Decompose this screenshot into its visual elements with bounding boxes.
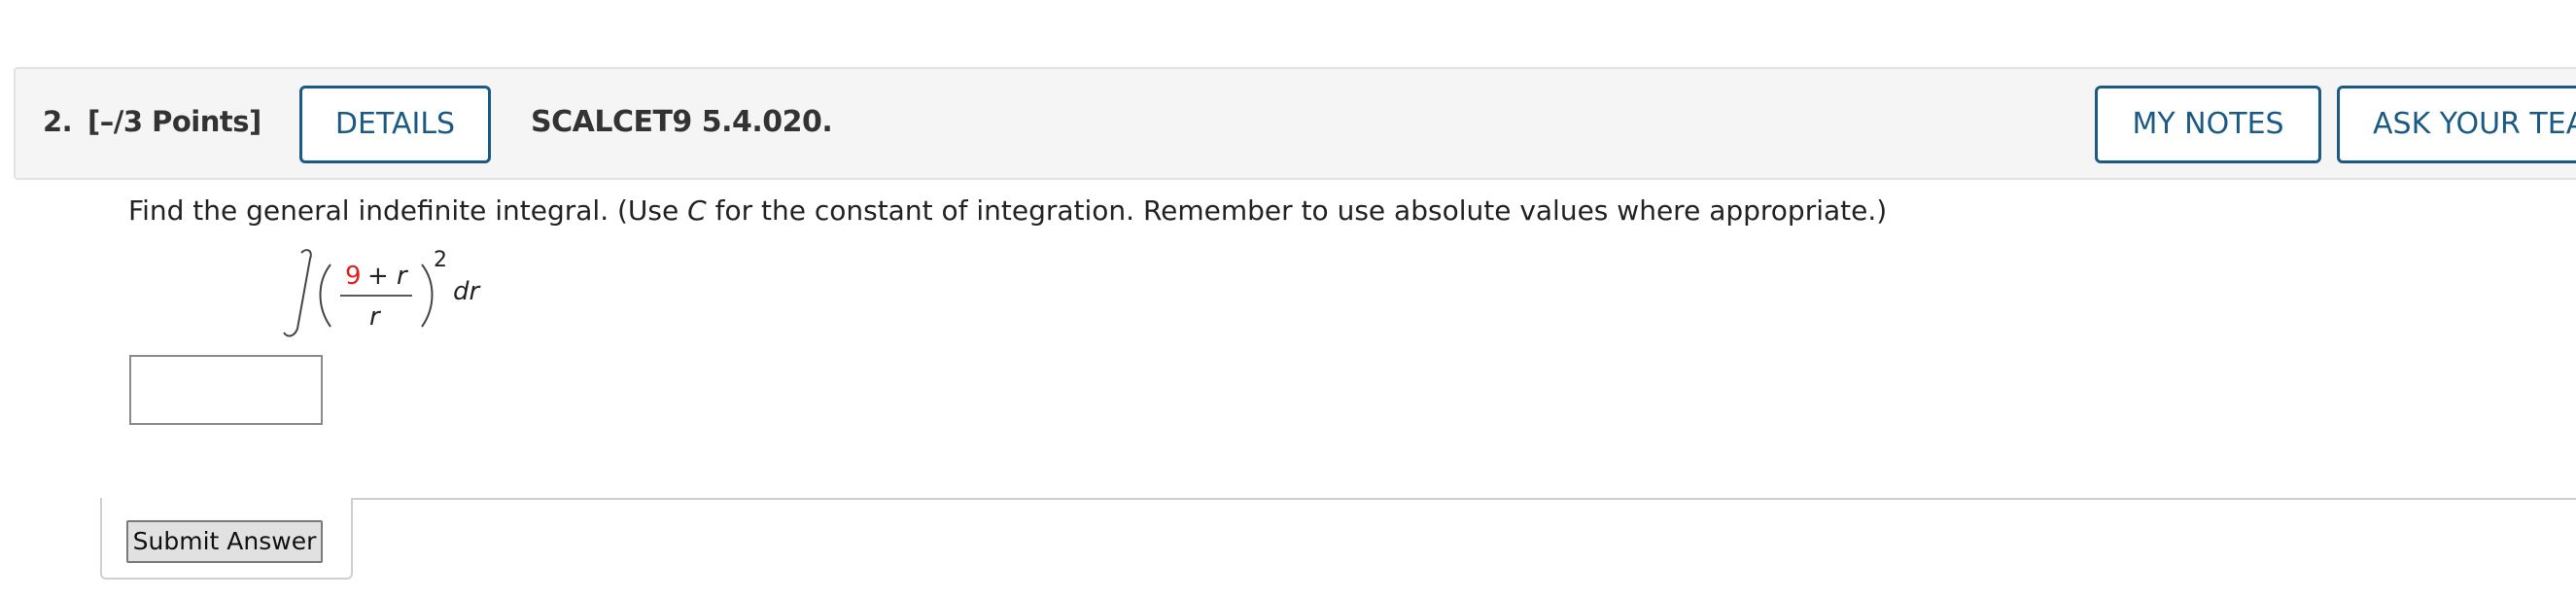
answer-input[interactable] [129, 355, 323, 425]
question-prompt: Find the general indefinite integral. (U… [128, 194, 1887, 227]
details-button[interactable]: DETAILS [299, 86, 491, 163]
prompt-text-start: Find the general indefinite integral. (U… [128, 194, 688, 227]
submit-answer-button[interactable]: Submit Answer [126, 520, 323, 563]
question-points: [–/3 Points] [87, 105, 261, 138]
denominator: r [369, 302, 382, 332]
integral-expression: 9 + r r 2 dr [282, 245, 515, 342]
right-paren-icon [421, 264, 434, 328]
my-notes-button[interactable]: MY NOTES [2095, 86, 2321, 163]
integral-sign-icon [283, 249, 312, 337]
numerator-constant: 9 [345, 262, 362, 291]
prompt-constant-variable: C [687, 194, 707, 227]
question-number: 2. [43, 105, 73, 138]
question-code: SCALCET9 5.4.020. [531, 105, 833, 139]
panel-divider [351, 498, 2576, 500]
integral-svg: 9 + r r 2 dr [283, 248, 482, 337]
differential: dr [453, 277, 482, 306]
left-paren-icon [319, 264, 331, 328]
numerator-rest: + r [367, 262, 409, 291]
exponent: 2 [434, 248, 447, 272]
ask-your-teacher-button[interactable]: ASK YOUR TEA [2337, 86, 2576, 163]
prompt-text-end: for the constant of integration. Remembe… [706, 194, 1888, 227]
